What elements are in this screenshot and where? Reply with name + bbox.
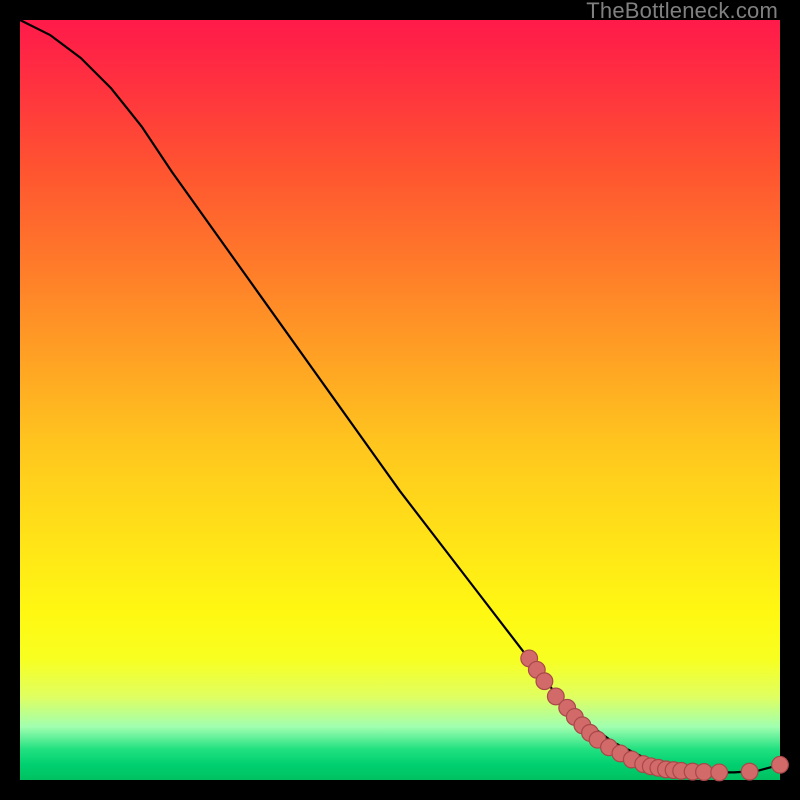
chart-overlay-svg (20, 20, 780, 780)
chart-marker (696, 764, 713, 781)
chart-marker (741, 763, 758, 780)
chart-marker (772, 756, 789, 773)
chart-marker (711, 764, 728, 781)
chart-markers-group (521, 650, 789, 781)
chart-marker (536, 673, 553, 690)
chart-canvas (20, 20, 780, 780)
chart-curve (20, 20, 780, 772)
